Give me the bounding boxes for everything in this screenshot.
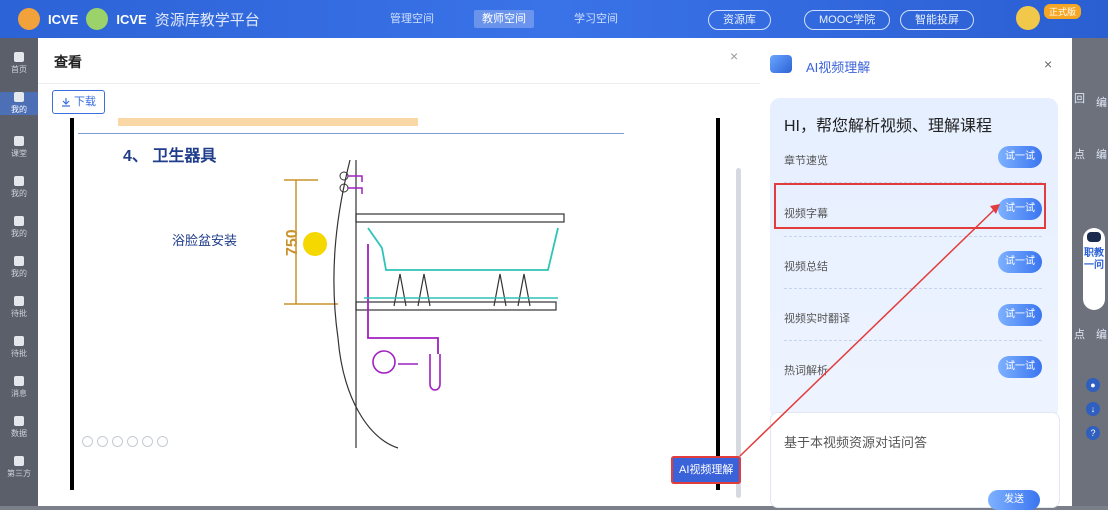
sidebar-item-data[interactable]: 数据 bbox=[0, 416, 38, 439]
try-video-subtitles-button[interactable]: 试一试 bbox=[998, 198, 1042, 220]
class-icon bbox=[14, 136, 24, 146]
sidebar-label: 待批 bbox=[11, 309, 27, 318]
try-live-translation-button[interactable]: 试一试 bbox=[998, 304, 1042, 326]
nav-admin-space[interactable]: 管理空间 bbox=[382, 10, 442, 28]
more-icon[interactable] bbox=[157, 436, 168, 447]
sidebar-label: 我的 bbox=[11, 189, 27, 198]
sidebar-item-mine[interactable]: 我的 bbox=[0, 92, 38, 115]
pending-icon bbox=[14, 296, 24, 306]
feature-hot-words: 热词解析 bbox=[784, 365, 828, 377]
sidebar-item-third-party[interactable]: 第三方 bbox=[0, 456, 38, 479]
sidebar-label: 我的 bbox=[11, 229, 27, 238]
pending-icon bbox=[14, 336, 24, 346]
nav-student-space[interactable]: 学习空间 bbox=[566, 10, 626, 28]
greeting: HI，帮您解析视频、理解课程 bbox=[784, 118, 993, 135]
home-icon bbox=[14, 52, 24, 62]
qa-input-placeholder[interactable]: 基于本视频资源对话问答 bbox=[784, 432, 927, 451]
row-separator bbox=[784, 288, 1042, 289]
brand-name-2: ICVE bbox=[116, 11, 147, 27]
feature-video-subtitles: 视频字幕 bbox=[784, 208, 828, 220]
send-button[interactable]: 发送 bbox=[988, 490, 1040, 510]
feature-live-translation: 视频实时翻译 bbox=[784, 313, 850, 325]
customer-service-icon[interactable]: ● bbox=[1086, 378, 1100, 392]
brand: ICVE ICVE 资源库教学平台 bbox=[18, 6, 260, 32]
ai-video-understanding-button[interactable]: AI视频理解 bbox=[671, 456, 742, 484]
settings-icon[interactable] bbox=[127, 436, 138, 447]
feature-video-summary: 视频总结 bbox=[784, 261, 828, 273]
folder-icon bbox=[14, 216, 24, 226]
message-icon bbox=[14, 376, 24, 386]
ai-video-icon bbox=[770, 55, 792, 73]
sidebar-label: 待批 bbox=[11, 349, 27, 358]
sidebar-label: 我的 bbox=[11, 269, 27, 278]
feature-chapter-overview: 章节速览 bbox=[784, 155, 828, 167]
sidebar-item-home[interactable]: 首页 bbox=[0, 52, 38, 75]
platform-name: 资源库教学平台 bbox=[154, 11, 260, 29]
sidebar-item-class[interactable]: 课堂 bbox=[0, 136, 38, 159]
book-icon bbox=[14, 92, 24, 102]
bg-text: 点 bbox=[1074, 329, 1085, 341]
data-icon bbox=[14, 416, 24, 426]
sidebar-item-messages[interactable]: 消息 bbox=[0, 376, 38, 399]
bg-text: 点 bbox=[1074, 149, 1085, 161]
close-icon[interactable]: × bbox=[1044, 56, 1052, 72]
doc-icon bbox=[14, 256, 24, 266]
sidebar-label: 消息 bbox=[11, 389, 27, 398]
top-navigation-bar: ICVE ICVE 资源库教学平台 管理空间 教师空间 学习空间 资源库 MOO… bbox=[0, 0, 1108, 38]
sidebar-label: 首页 bbox=[11, 65, 27, 74]
icve-logo-2 bbox=[86, 8, 109, 30]
sidebar-label: 我的 bbox=[11, 105, 27, 114]
sidebar-label: 课堂 bbox=[11, 149, 27, 158]
smart-cast-button[interactable]: 智能投屏 bbox=[900, 10, 974, 30]
row-separator bbox=[784, 340, 1042, 341]
bg-text: 回 bbox=[1074, 93, 1085, 105]
list-icon bbox=[14, 176, 24, 186]
pen-icon[interactable] bbox=[112, 436, 123, 447]
next-icon[interactable] bbox=[97, 436, 108, 447]
bg-text: 编 bbox=[1096, 329, 1107, 341]
scrollbar[interactable] bbox=[736, 168, 741, 498]
view-modal: 查看 × 下载 4、 卫生器具 浴脸盆安装 750 AI视频理解 bbox=[38, 38, 760, 506]
try-hot-words-button[interactable]: 试一试 bbox=[998, 356, 1042, 378]
cursor-highlight bbox=[303, 232, 327, 256]
version-badge: 正式版 bbox=[1044, 4, 1082, 19]
robot-assistant[interactable]: 职教一问 bbox=[1083, 228, 1105, 310]
download-icon[interactable]: ↓ bbox=[1086, 402, 1100, 416]
sidebar-item-mine-4[interactable]: 我的 bbox=[0, 256, 38, 279]
dimension-label: 750 bbox=[284, 229, 301, 256]
slide-controls[interactable] bbox=[82, 436, 168, 447]
row-separator bbox=[784, 236, 1042, 237]
sidebar-label: 第三方 bbox=[7, 469, 31, 478]
help-icon[interactable]: ? bbox=[1086, 426, 1100, 440]
nav-teacher-space[interactable]: 教师空间 bbox=[474, 10, 534, 28]
try-video-summary-button[interactable]: 试一试 bbox=[998, 251, 1042, 273]
brand-name-1: ICVE bbox=[48, 11, 79, 27]
sidebar-item-pending[interactable]: 待批 bbox=[0, 296, 38, 319]
sidebar-item-mine-3[interactable]: 我的 bbox=[0, 216, 38, 239]
sidebar-item-mine-2[interactable]: 我的 bbox=[0, 176, 38, 199]
icve-logo bbox=[18, 8, 40, 30]
sidebar-label: 数据 bbox=[11, 429, 27, 438]
robot-icon bbox=[1087, 232, 1101, 242]
ai-video-panel: AI视频理解 × HI，帮您解析视频、理解课程 章节速览 试一试 视频字幕 试一… bbox=[760, 38, 1072, 510]
bg-text: 编 bbox=[1096, 97, 1107, 109]
prev-icon[interactable] bbox=[82, 436, 93, 447]
mooc-button[interactable]: MOOC学院 bbox=[804, 10, 891, 30]
resource-library-button[interactable]: 资源库 bbox=[708, 10, 771, 30]
zoom-icon[interactable] bbox=[142, 436, 153, 447]
sidebar-item-pending-2[interactable]: 待批 bbox=[0, 336, 38, 359]
robot-label: 职教一问 bbox=[1084, 248, 1104, 271]
try-chapter-overview-button[interactable]: 试一试 bbox=[998, 146, 1042, 168]
panel-title: AI视频理解 bbox=[806, 60, 871, 75]
bg-text: 编 bbox=[1096, 149, 1107, 161]
avatar[interactable] bbox=[1016, 6, 1040, 30]
apps-icon bbox=[14, 456, 24, 466]
